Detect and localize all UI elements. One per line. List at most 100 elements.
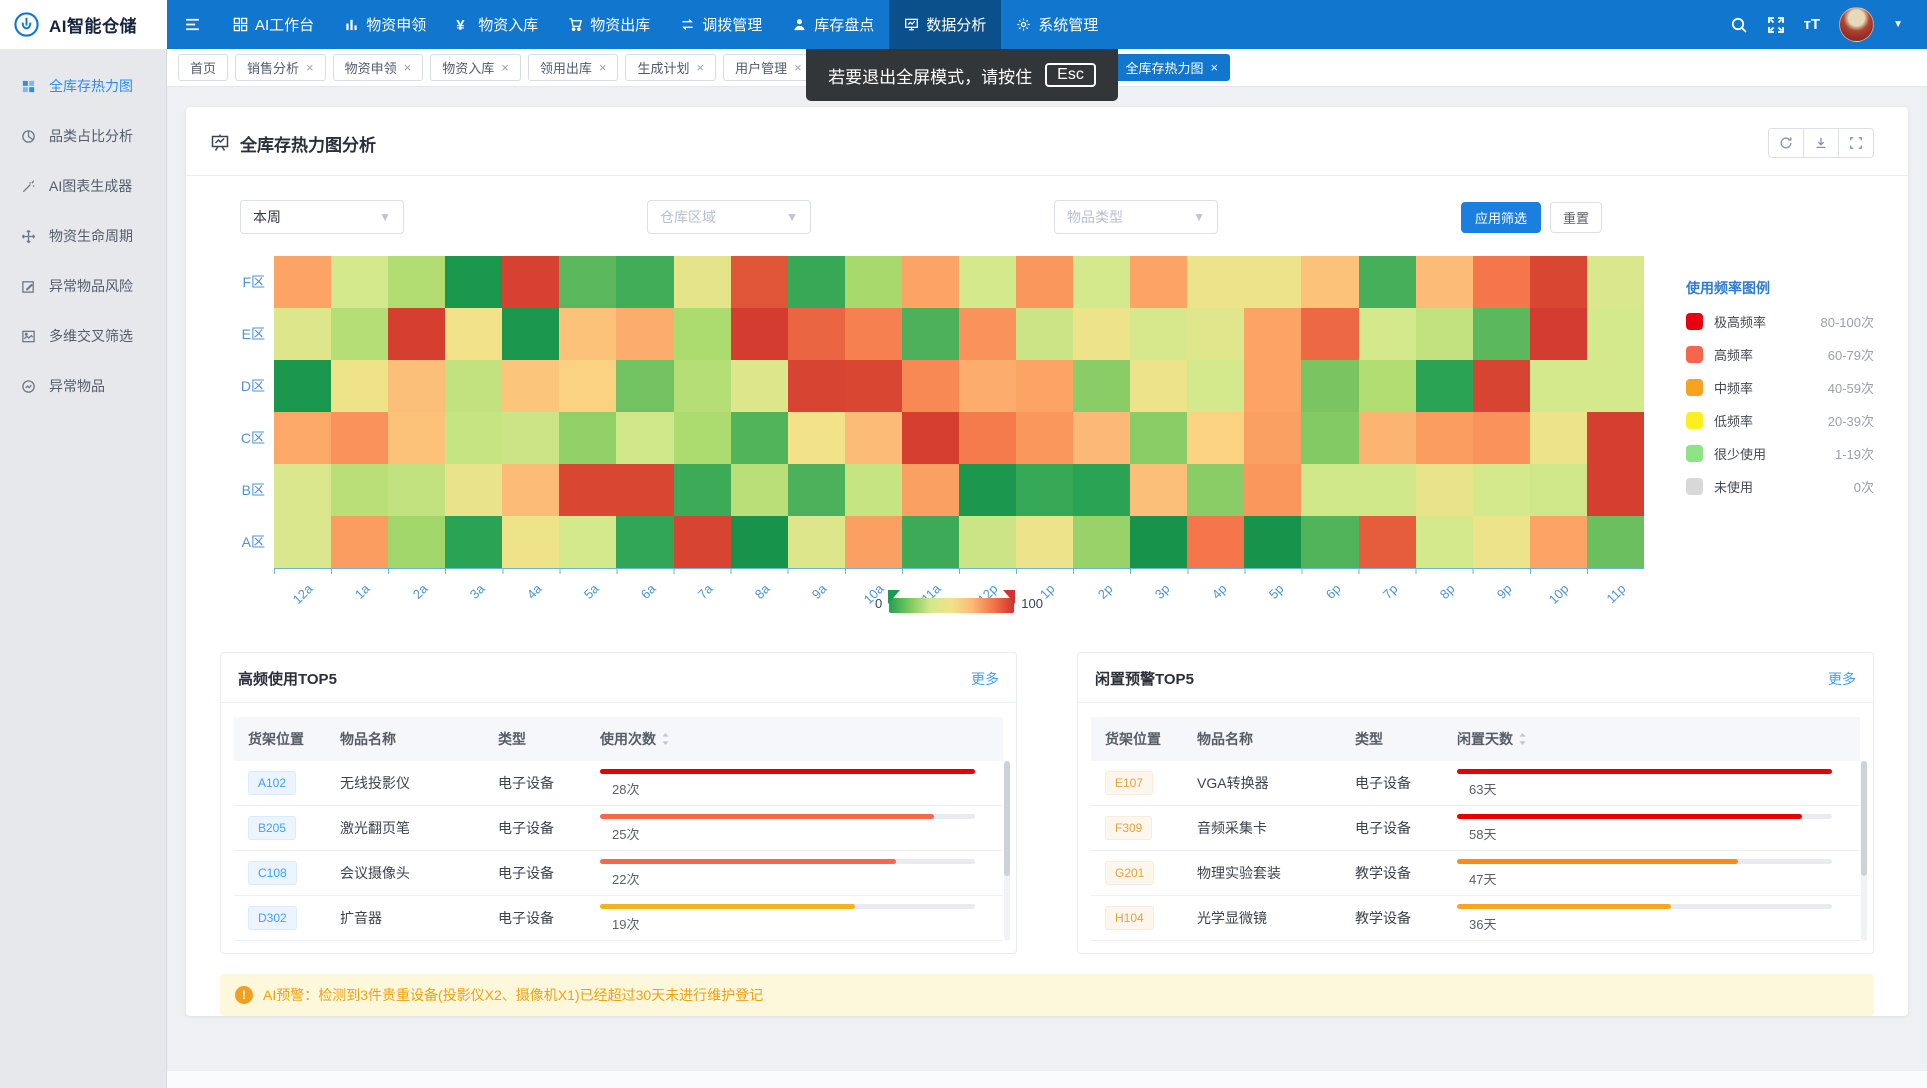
heatmap-cell[interactable]: [1130, 412, 1187, 464]
shelf-tag[interactable]: E107: [1105, 771, 1153, 795]
time-range-select[interactable]: 本周▼: [240, 200, 404, 234]
heatmap-cell[interactable]: [1416, 516, 1473, 568]
heatmap-cell[interactable]: [1187, 516, 1244, 568]
heatmap-cell[interactable]: [788, 464, 845, 516]
heatmap-cell[interactable]: [502, 308, 559, 360]
heatmap-cell[interactable]: [1587, 412, 1644, 464]
heatmap-cell[interactable]: [1073, 412, 1130, 464]
heatmap-cell[interactable]: [445, 516, 502, 568]
heatmap-cell[interactable]: [1301, 464, 1358, 516]
item-type-select[interactable]: 物品类型▼: [1054, 200, 1218, 234]
heatmap-cell[interactable]: [674, 308, 731, 360]
scrollbar-thumb[interactable]: [1861, 761, 1867, 876]
reset-button[interactable]: 重置: [1550, 202, 1602, 233]
heatmap-cell[interactable]: [274, 516, 331, 568]
nav-item-dashboard[interactable]: AI工作台: [218, 0, 329, 49]
heatmap-cell[interactable]: [1016, 360, 1073, 412]
heatmap-cell[interactable]: [788, 256, 845, 308]
heatmap-cell[interactable]: [1359, 516, 1416, 568]
heatmap-cell[interactable]: [1416, 412, 1473, 464]
nav-item-inventory[interactable]: 库存盘点: [777, 0, 889, 49]
heatmap-cell[interactable]: [616, 464, 673, 516]
visualmap-slider[interactable]: 0 100: [875, 590, 1043, 613]
heatmap-cell[interactable]: [1016, 412, 1073, 464]
close-icon[interactable]: ×: [794, 61, 802, 74]
more-link[interactable]: 更多: [1828, 669, 1856, 689]
heatmap-cell[interactable]: [445, 256, 502, 308]
heatmap-cell[interactable]: [1416, 256, 1473, 308]
heatmap-cell[interactable]: [388, 412, 445, 464]
heatmap-cell[interactable]: [1244, 516, 1301, 568]
heatmap-cell[interactable]: [674, 516, 731, 568]
heatmap-cell[interactable]: [1473, 360, 1530, 412]
heatmap-cell[interactable]: [616, 360, 673, 412]
heatmap-cell[interactable]: [388, 256, 445, 308]
heatmap-cell[interactable]: [1073, 256, 1130, 308]
heatmap-cell[interactable]: [731, 412, 788, 464]
heatmap-cell[interactable]: [445, 360, 502, 412]
close-icon[interactable]: ×: [501, 61, 509, 74]
heatmap-cell[interactable]: [1530, 412, 1587, 464]
heatmap-cell[interactable]: [274, 256, 331, 308]
heatmap-cell[interactable]: [1016, 464, 1073, 516]
tab-10[interactable]: 全库存热力图×: [1114, 54, 1231, 81]
heatmap-cell[interactable]: [1301, 516, 1358, 568]
heatmap-cell[interactable]: [445, 464, 502, 516]
heatmap-cell[interactable]: [845, 412, 902, 464]
download-icon[interactable]: [1803, 128, 1839, 158]
heatmap-cell[interactable]: [1016, 256, 1073, 308]
shelf-tag[interactable]: G201: [1105, 861, 1154, 885]
table-scrollbar[interactable]: [1861, 761, 1867, 941]
heatmap-cell[interactable]: [616, 308, 673, 360]
user-avatar[interactable]: [1839, 7, 1874, 42]
heatmap-cell[interactable]: [845, 360, 902, 412]
heatmap-cell[interactable]: [1530, 256, 1587, 308]
heatmap-cell[interactable]: [1587, 516, 1644, 568]
heatmap-cell[interactable]: [1244, 464, 1301, 516]
heatmap-cell[interactable]: [1473, 412, 1530, 464]
heatmap-cell[interactable]: [902, 464, 959, 516]
heatmap-cell[interactable]: [331, 360, 388, 412]
heatmap-cell[interactable]: [1473, 308, 1530, 360]
heatmap-cell[interactable]: [502, 412, 559, 464]
heatmap-cell[interactable]: [959, 256, 1016, 308]
heatmap-cell[interactable]: [788, 308, 845, 360]
heatmap-cell[interactable]: [559, 360, 616, 412]
heatmap-cell[interactable]: [1587, 360, 1644, 412]
heatmap-cell[interactable]: [502, 256, 559, 308]
heatmap-cell[interactable]: [1130, 360, 1187, 412]
heatmap-cell[interactable]: [1530, 308, 1587, 360]
nav-item-transfer[interactable]: 调拨管理: [665, 0, 777, 49]
heatmap-cell[interactable]: [845, 464, 902, 516]
shelf-tag[interactable]: D302: [248, 906, 297, 930]
tab-3[interactable]: 物资入库×: [430, 54, 521, 81]
heatmap-cell[interactable]: [616, 516, 673, 568]
heatmap-cell[interactable]: [788, 412, 845, 464]
search-icon[interactable]: [1730, 16, 1748, 34]
heatmap-cell[interactable]: [1073, 516, 1130, 568]
heatmap-cell[interactable]: [331, 464, 388, 516]
heatmap-cell[interactable]: [788, 516, 845, 568]
sidebar-collapse-icon[interactable]: [167, 0, 218, 49]
heatmap-cell[interactable]: [1016, 308, 1073, 360]
heatmap-cell[interactable]: [388, 464, 445, 516]
heatmap-cell[interactable]: [902, 308, 959, 360]
heatmap-cell[interactable]: [559, 256, 616, 308]
visualmap-gradient-bar[interactable]: [889, 598, 1014, 613]
heatmap-cell[interactable]: [445, 412, 502, 464]
heatmap-cell[interactable]: [331, 516, 388, 568]
sidebar-item-ai-chart[interactable]: AI图表生成器: [0, 161, 166, 211]
tab-6[interactable]: 用户管理×: [723, 54, 814, 81]
sidebar-item-anomaly[interactable]: 异常物品: [0, 361, 166, 411]
heatmap-cell[interactable]: [1301, 360, 1358, 412]
shelf-tag[interactable]: B205: [248, 816, 296, 840]
heatmap-cell[interactable]: [1073, 464, 1130, 516]
fullscreen-icon[interactable]: [1767, 16, 1785, 34]
heatmap-cell[interactable]: [331, 412, 388, 464]
heatmap-cell[interactable]: [731, 308, 788, 360]
heatmap-cell[interactable]: [1130, 256, 1187, 308]
heatmap-cell[interactable]: [959, 516, 1016, 568]
heatmap-cell[interactable]: [445, 308, 502, 360]
heatmap-cell[interactable]: [1473, 256, 1530, 308]
heatmap-cell[interactable]: [274, 412, 331, 464]
